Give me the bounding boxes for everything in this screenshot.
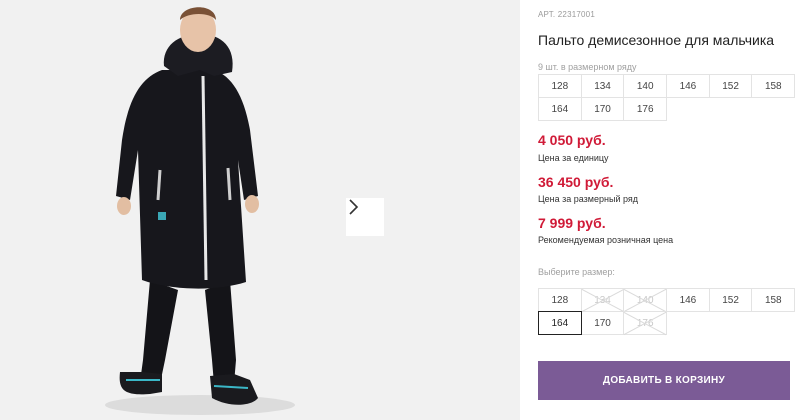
size-option-134: 134: [580, 288, 625, 312]
add-to-cart-button[interactable]: ДОБАВИТЬ В КОРЗИНУ: [538, 361, 790, 400]
size-picker: 128 134 140 146 152 158 164 170 176: [538, 288, 796, 335]
product-gallery: [0, 0, 520, 420]
size-picker-caption: Выберите размер:: [538, 267, 615, 277]
product-title: Пальто демисезонное для мальчика: [538, 32, 775, 48]
size-grid-cell: 152: [708, 74, 753, 98]
size-grid-cell: 128: [538, 74, 582, 98]
size-option-158[interactable]: 158: [751, 288, 796, 312]
size-grid-cell: 146: [666, 74, 710, 98]
retail-price-label: Рекомендуемая розничная цена: [538, 235, 674, 245]
article-number: АРТ. 22317001: [538, 10, 595, 19]
size-option-146[interactable]: 146: [666, 288, 710, 312]
unit-price: 4 050 руб.: [538, 132, 606, 148]
size-option-140: 140: [623, 288, 668, 312]
grid-price-label: Цена за размерный ряд: [538, 194, 639, 204]
article-value: 22317001: [557, 10, 595, 19]
article-label: АРТ.: [538, 10, 556, 19]
size-grid-cell: 158: [751, 74, 796, 98]
size-grid-caption: 9 шт. в размерном ряду: [538, 62, 637, 72]
grid-price: 36 450 руб.: [538, 174, 614, 190]
size-option-128[interactable]: 128: [538, 288, 582, 312]
size-grid-cell: 176: [623, 97, 668, 121]
size-option-170[interactable]: 170: [580, 311, 625, 335]
unit-price-label: Цена за единицу: [538, 153, 609, 163]
size-grid-cell: 170: [580, 97, 625, 121]
size-grid-cell: 134: [580, 74, 625, 98]
chevron-right-icon: [349, 199, 359, 215]
size-grid-cell: 164: [538, 97, 582, 121]
size-grid: 128 134 140 146 152 158 164 170 176: [538, 74, 796, 121]
product-photo: [105, 7, 295, 415]
size-option-152[interactable]: 152: [708, 288, 753, 312]
size-option-164[interactable]: 164: [538, 311, 582, 335]
size-grid-cell: 140: [623, 74, 668, 98]
retail-price: 7 999 руб.: [538, 215, 606, 231]
gallery-next-button[interactable]: [346, 198, 384, 236]
size-option-176: 176: [623, 311, 668, 335]
